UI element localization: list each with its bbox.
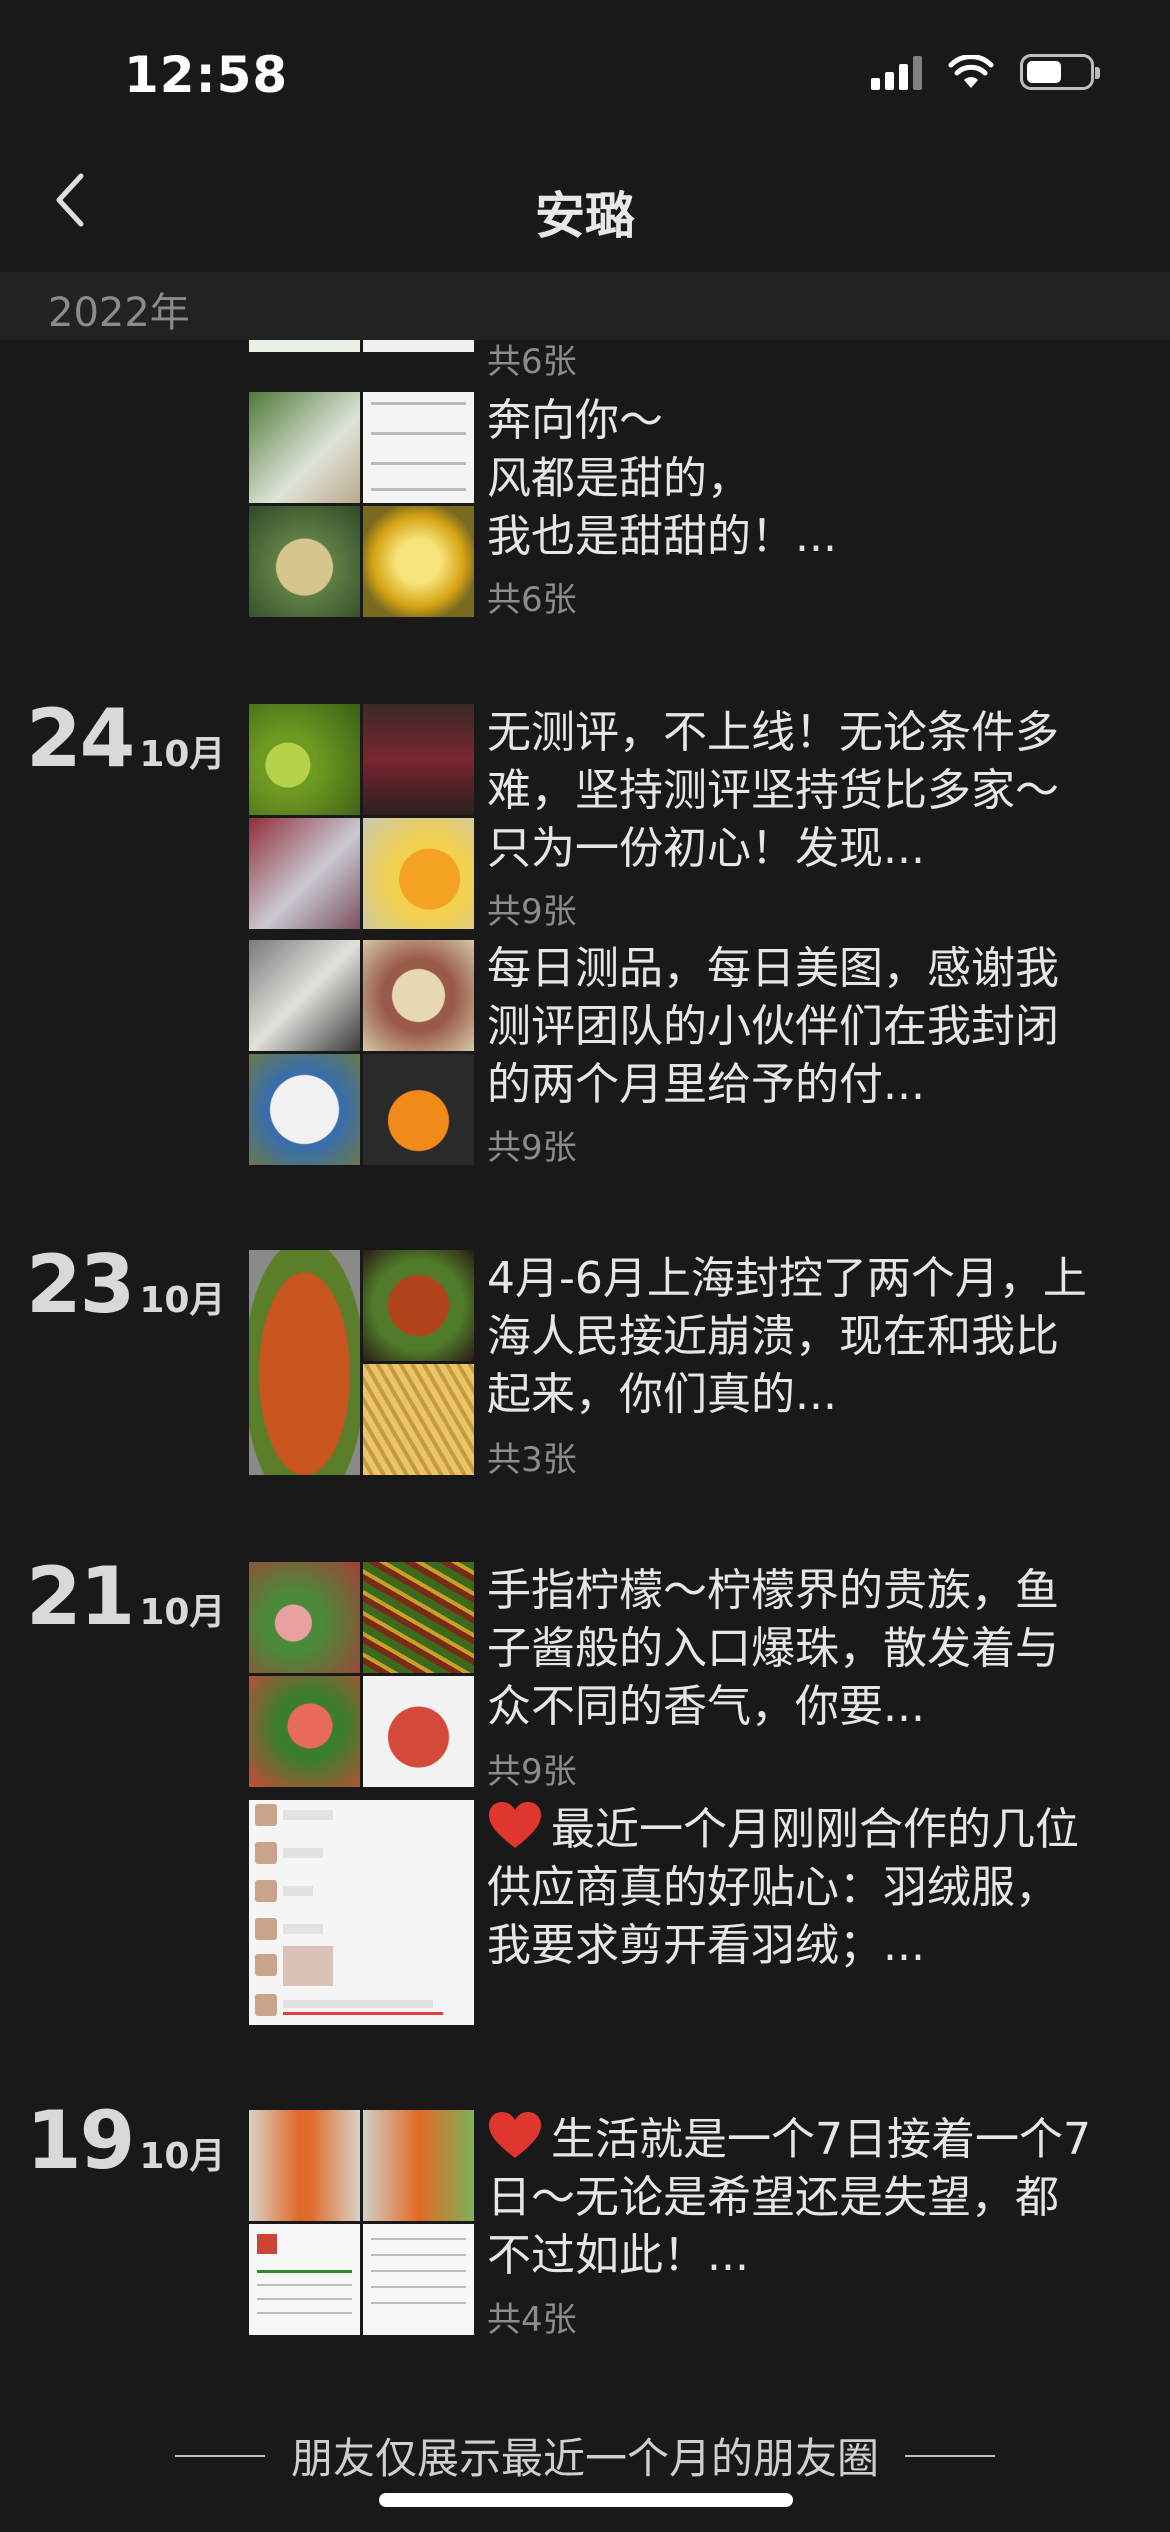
page-title: 安璐	[535, 187, 635, 245]
post-text: 无测评，不上线！无论条件多难，坚持测评坚持货比多家～只为一份初心！发现...	[487, 707, 1059, 874]
post-date: 19 10月	[26, 2094, 225, 2187]
footer-note: 朋友仅展示最近一个月的朋友圈	[0, 2425, 1170, 2486]
footer-note-text: 朋友仅展示最近一个月的朋友圈	[290, 2434, 879, 2483]
photo-count: 共9张	[487, 1128, 577, 1168]
divider-right	[905, 2454, 995, 2457]
wifi-icon	[948, 55, 994, 88]
post-thumbnails	[249, 1800, 474, 2025]
home-indicator[interactable]	[379, 2493, 793, 2507]
moments-list[interactable]: 共6张 奔向你～ 风都是甜的， 我也是甜甜的！... 共6张 24 10月 无测…	[0, 272, 1170, 2532]
post-thumbnails	[249, 2110, 474, 2335]
post-thumbnails	[249, 392, 474, 617]
nav-bar: 安璐	[0, 140, 1170, 272]
date-month: 10月	[139, 1592, 226, 1633]
status-icons	[871, 54, 1100, 90]
year-label: 2022年	[48, 290, 190, 336]
post-text: 生活就是一个7日接着一个7日～无论是希望还是失望，都不过如此！...	[487, 2110, 1097, 2285]
post-thumbnails	[249, 940, 474, 1165]
heart-icon	[489, 2112, 541, 2158]
post-text: 最近一个月刚刚合作的几位供应商真的好贴心：羽绒服，我要求剪开看羽绒；...	[487, 1800, 1097, 1975]
date-month: 10月	[139, 734, 226, 775]
battery-icon	[1020, 54, 1100, 90]
heart-icon	[489, 1802, 541, 1848]
post-thumbnails	[249, 1562, 474, 1787]
post-text: 每日测品，每日美图，感谢我测评团队的小伙伴们在我封闭的两个月里给予的付...	[487, 943, 1059, 1110]
photo-count: 共9张	[487, 892, 577, 932]
year-header: 2022年	[0, 272, 1170, 340]
post-date: 24 10月	[26, 692, 225, 785]
photo-count: 共6张	[487, 342, 577, 382]
post-date: 21 10月	[26, 1550, 225, 1643]
date-day: 23	[26, 1238, 135, 1331]
post-text: 奔向你～ 风都是甜的， 我也是甜甜的！...	[487, 395, 837, 562]
photo-count: 共3张	[487, 1440, 577, 1480]
date-month: 10月	[139, 1280, 226, 1321]
date-day: 21	[26, 1550, 135, 1643]
divider-left	[174, 2454, 265, 2457]
status-time: 12:58	[124, 46, 289, 104]
post-text-content: 最近一个月刚刚合作的几位供应商真的好贴心：羽绒服，我要求剪开看羽绒；...	[487, 1804, 1079, 1971]
date-day: 24	[26, 692, 135, 785]
photo-count: 共9张	[487, 1752, 577, 1792]
date-month: 10月	[139, 2136, 226, 2177]
post-text: 手指柠檬～柠檬界的贵族，鱼子酱般的入口爆珠，散发着与众不同的香气，你要...	[487, 1565, 1059, 1732]
photo-count: 共6张	[487, 580, 577, 620]
status-bar: 12:58	[0, 0, 1170, 140]
photo-count: 共4张	[487, 2300, 577, 2340]
cellular-signal-icon	[871, 54, 922, 90]
date-day: 19	[26, 2094, 135, 2187]
post-thumbnails	[249, 704, 474, 929]
post-text: 4月-6月上海封控了两个月，上海人民接近崩溃，现在和我比起来，你们真的...	[487, 1253, 1087, 1420]
post-thumbnails	[249, 1250, 474, 1475]
post-text-content: 生活就是一个7日接着一个7日～无论是希望还是失望，都不过如此！...	[487, 2114, 1091, 2281]
post-date: 23 10月	[26, 1238, 225, 1331]
